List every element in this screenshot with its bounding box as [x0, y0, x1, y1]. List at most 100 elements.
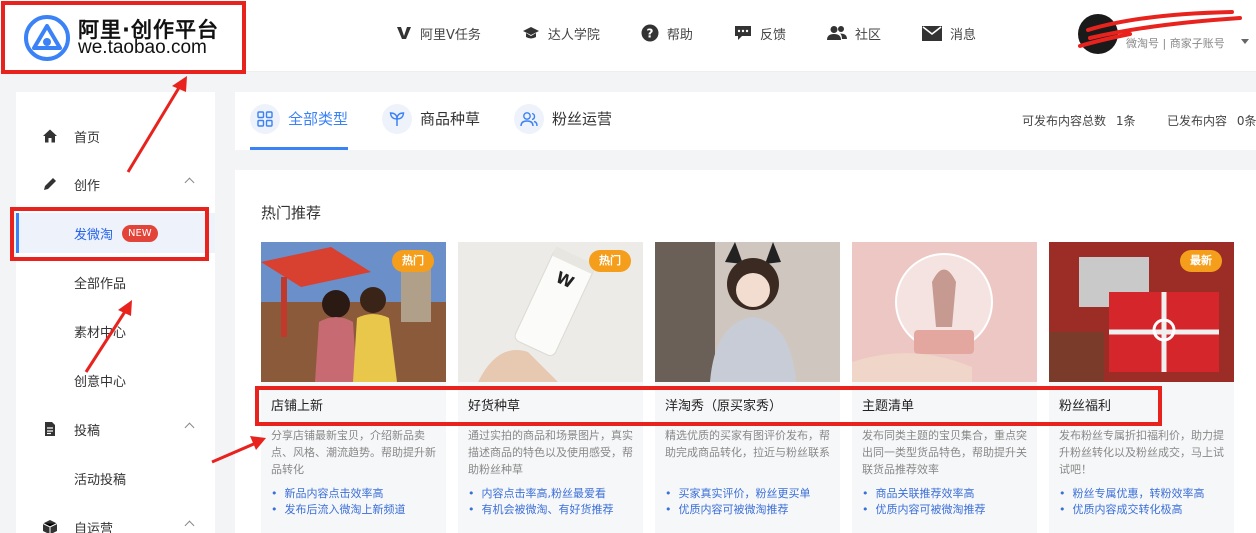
nav-label: 达人学院 — [547, 27, 600, 43]
sidebar-item-label: 投稿 — [74, 423, 101, 439]
sidebar-item-post-weitao[interactable]: 发微淘 NEW — [16, 213, 215, 253]
chevron-up-icon — [184, 177, 195, 188]
card-description: 发布同类主题的宝贝集合，重点突出同一类型货品特色，帮助提升关联货品推荐效率 — [862, 429, 1027, 476]
sidebar-item-home[interactable]: 首页 — [16, 116, 215, 156]
total-count-value: 1条 — [1115, 114, 1136, 128]
sidebar-item-creative-center[interactable]: 创意中心 — [16, 360, 215, 400]
sidebar-item-label: 创意中心 — [74, 374, 127, 390]
tab-fans-operation[interactable]: 粉丝运营 — [514, 104, 612, 150]
card-title: 洋淘秀（原买家秀） — [665, 399, 783, 414]
card-description: 发布粉丝专属折扣福利价，助力提升粉丝转化以及粉丝成交，马上试试吧！ — [1059, 429, 1224, 476]
card-shop-new[interactable]: 热门 店铺上新 分享店铺最新宝贝，介绍新品卖点、风格、潮流趋势。帮助提升新品转化… — [261, 242, 446, 533]
pen-icon — [44, 178, 56, 190]
chevron-down-icon — [1241, 39, 1249, 44]
nav-academy[interactable]: 达人学院 — [522, 22, 600, 44]
sidebar: 首页 创作 发微淘 NEW 全部作品 素材中心 创意中心 投稿 活动投稿 自运营 — [16, 92, 215, 533]
card-feature: 粉丝专属优惠，转粉效率高 — [1059, 486, 1234, 502]
user-menu[interactable]: 微淘号 | 商家子账号 — [1078, 14, 1256, 54]
new-tag: 最新 — [1180, 250, 1222, 272]
sidebar-item-label: 发微淘 — [74, 227, 114, 243]
card-buyer-show[interactable]: 洋淘秀（原买家秀） 精选优质的买家有图评价发布，帮助完成商品转化，拉近与粉丝联系… — [655, 242, 840, 533]
tab-product-seeding[interactable]: 商品种草 — [382, 104, 480, 150]
sidebar-item-create[interactable]: 创作 — [16, 164, 215, 204]
card-feature: 新品内容点击效率高 — [271, 486, 446, 502]
card-title: 好货种草 — [468, 399, 521, 414]
card-theme-list[interactable]: 主题清单 发布同类主题的宝贝集合，重点突出同一类型货品特色，帮助提升关联货品推荐… — [852, 242, 1037, 533]
card-good-seeding[interactable]: W 热门 好货种草 通过实拍的商品和场景图片，真实描述商品的特色以及使用感受，帮… — [458, 242, 643, 533]
card-title: 主题清单 — [862, 399, 915, 414]
sidebar-item-material-center[interactable]: 素材中心 — [16, 311, 215, 351]
nav-feedback[interactable]: 反馈 — [734, 22, 786, 44]
new-badge: NEW — [122, 225, 158, 242]
main-content: 热门推荐 热门 店铺上新 分享店铺最新宝贝，介绍新品卖点、风格、潮流趋势。帮助提… — [235, 170, 1256, 533]
nav-label: 社区 — [854, 27, 881, 43]
nav-help[interactable]: ? 帮助 — [641, 22, 693, 44]
hot-tag: 热门 — [589, 250, 631, 272]
site-logo[interactable]: 阿里·创作平台 we.taobao.com — [24, 12, 224, 61]
card-description: 通过实拍的商品和场景图片，真实描述商品的特色以及使用感受，帮助粉丝种草 — [468, 429, 633, 476]
card-feature: 优质内容可被微淘推荐 — [665, 502, 840, 518]
card-feature: 有机会被微淘、有好货推荐 — [468, 502, 643, 518]
sidebar-item-event-submission[interactable]: 活动投稿 — [16, 458, 215, 498]
card-fans-benefit[interactable]: 最新 粉丝福利 发布粉丝专属折扣福利价，助力提升粉丝转化以及粉丝成交，马上试试吧… — [1049, 242, 1234, 533]
sidebar-item-label: 全部作品 — [74, 276, 127, 292]
card-features: 买家真实评价，粉丝更买单 优质内容可被微淘推荐 — [665, 486, 840, 518]
tab-all-types[interactable]: 全部类型 — [250, 104, 349, 150]
nav-v-task[interactable]: 阿里V任务 — [396, 22, 481, 44]
card-feature: 商品关联推荐效率高 — [862, 486, 1037, 502]
card-image — [852, 242, 1037, 382]
nav-label: 消息 — [949, 27, 976, 43]
feedback-icon — [734, 26, 751, 40]
card-feature: 发布后流入微淘上新频道 — [271, 502, 446, 518]
hot-tag: 热门 — [392, 250, 434, 272]
chevron-up-icon — [184, 520, 195, 531]
svg-text:?: ? — [646, 27, 653, 41]
card-feature: 内容点击率高,粉丝最爱看 — [468, 486, 643, 502]
card-feature: 优质内容成交转化极高 — [1059, 502, 1234, 518]
home-icon — [43, 129, 57, 143]
logo-mark-icon — [24, 15, 70, 61]
sidebar-item-label: 首页 — [74, 130, 101, 146]
logo-url: we.taobao.com — [78, 37, 207, 58]
card-image — [655, 242, 840, 382]
card-feature: 买家真实评价，粉丝更买单 — [665, 486, 840, 502]
box-icon — [42, 520, 58, 533]
total-count-label: 可发布内容总数 — [1022, 114, 1107, 128]
nav-messages[interactable]: 消息 — [921, 22, 976, 44]
community-icon — [826, 26, 847, 40]
card-features: 粉丝专属优惠，转粉效率高 优质内容成交转化极高 — [1059, 486, 1234, 518]
sidebar-item-submission[interactable]: 投稿 — [16, 409, 215, 449]
user-subtitle: 微淘号 | 商家子账号 — [1126, 37, 1225, 50]
fans-icon — [520, 112, 538, 127]
sidebar-item-label: 自运营 — [74, 521, 114, 533]
sidebar-item-label: 活动投稿 — [74, 472, 127, 488]
tab-label: 粉丝运营 — [552, 110, 613, 128]
tab-label: 商品种草 — [420, 110, 481, 128]
type-tabs: 全部类型 商品种草 粉丝运营 可发布内容总数 1条 已发布内容 0条 — [235, 92, 1256, 150]
sidebar-item-all-works[interactable]: 全部作品 — [16, 262, 215, 302]
card-feature: 优质内容可被微淘推荐 — [862, 502, 1037, 518]
top-nav: 阿里V任务 达人学院 ? 帮助 反馈 社区 消息 — [396, 22, 1017, 44]
chevron-up-icon — [184, 422, 195, 433]
card-title: 店铺上新 — [271, 399, 324, 414]
total-count-stat: 可发布内容总数 1条 — [1022, 112, 1135, 129]
card-title: 粉丝福利 — [1059, 399, 1112, 414]
nav-label: 阿里V任务 — [420, 27, 481, 43]
help-icon: ? — [641, 24, 659, 42]
nav-label: 反馈 — [759, 27, 786, 43]
published-count-value: 0条 — [1236, 114, 1256, 128]
card-features: 新品内容点击效率高 发布后流入微淘上新频道 — [271, 486, 446, 518]
tab-label: 全部类型 — [288, 110, 349, 128]
sidebar-item-self-operation[interactable]: 自运营 — [16, 507, 215, 533]
mail-icon — [921, 25, 942, 41]
grid-icon — [257, 111, 273, 127]
card-description: 分享店铺最新宝贝，介绍新品卖点、风格、潮流趋势。帮助提升新品转化 — [271, 429, 436, 476]
sidebar-item-label: 创作 — [74, 178, 101, 194]
nav-label: 帮助 — [666, 27, 693, 43]
nav-community[interactable]: 社区 — [826, 22, 881, 44]
sprout-icon — [389, 112, 405, 126]
card-description: 精选优质的买家有图评价发布，帮助完成商品转化，拉近与粉丝联系 — [665, 429, 830, 459]
document-icon — [45, 422, 55, 436]
avatar — [1078, 14, 1118, 54]
top-header: 阿里·创作平台 we.taobao.com 阿里V任务 达人学院 ? 帮助 反馈… — [0, 0, 1256, 72]
